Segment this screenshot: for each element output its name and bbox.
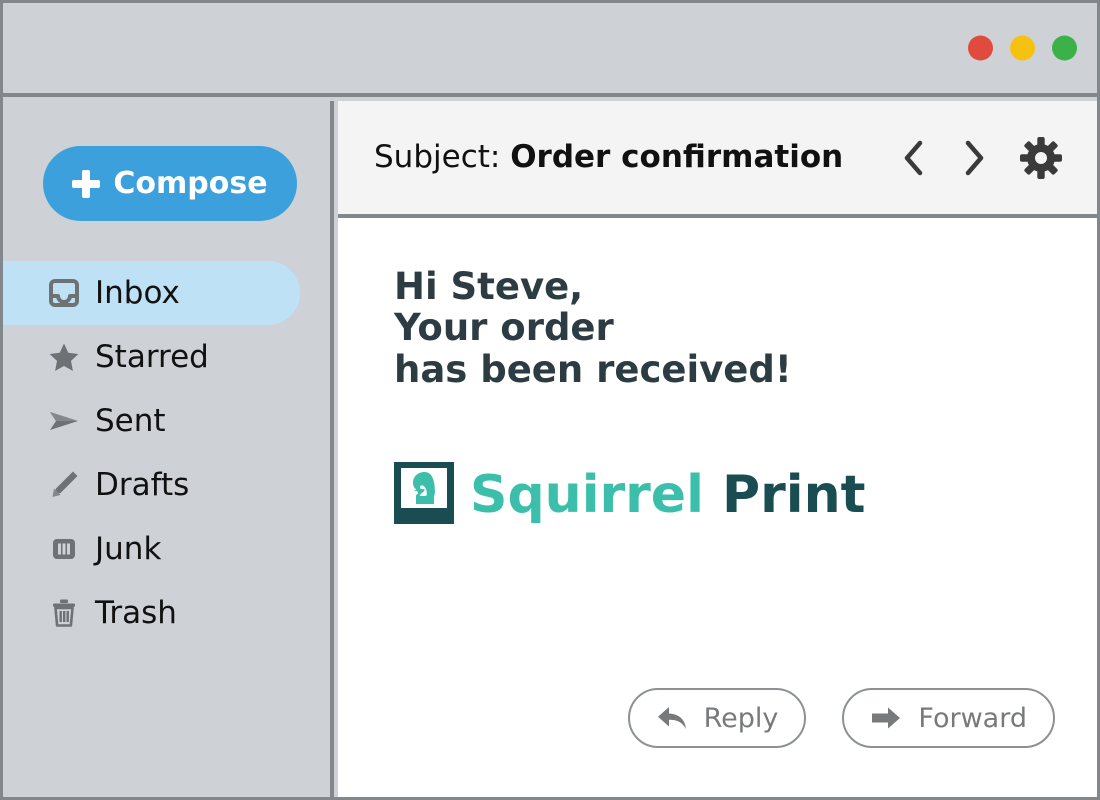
inbox-icon [47, 276, 81, 310]
forward-button[interactable]: Forward [842, 688, 1055, 748]
message-line: Hi Steve, [394, 265, 584, 308]
settings-button[interactable] [1015, 132, 1067, 184]
forward-arrow-icon [870, 705, 902, 731]
compose-button[interactable]: Compose [43, 146, 297, 221]
sidebar-item-label: Trash [95, 594, 177, 631]
next-message-button[interactable] [955, 135, 993, 181]
subject-value: Order confirmation [510, 139, 844, 175]
gear-icon [1019, 136, 1063, 180]
folder-list: Inbox Starred Sent Drafts Junk Trash [3, 261, 334, 645]
subject-line: Subject: Order confirmation [374, 142, 843, 173]
forward-button-label: Forward [918, 702, 1027, 734]
maximize-button[interactable] [1052, 35, 1077, 61]
sidebar-item-junk[interactable]: Junk [3, 517, 334, 581]
sidebar-item-label: Inbox [95, 274, 180, 311]
subject-label: Subject: [374, 139, 501, 175]
message-nav-actions [895, 132, 1067, 184]
subject-bar: Subject: Order confirmation [338, 101, 1097, 218]
sidebar-item-label: Junk [95, 530, 162, 567]
sidebar-item-label: Sent [95, 402, 166, 439]
message-line: has been received! [394, 347, 792, 391]
chevron-left-icon [899, 139, 929, 177]
sidebar-item-inbox[interactable]: Inbox [3, 261, 300, 325]
trash-icon [47, 596, 81, 630]
pencil-icon [47, 468, 81, 502]
window-controls [968, 35, 1077, 61]
reply-arrow-icon [656, 705, 688, 731]
sidebar-item-starred[interactable]: Starred [3, 325, 334, 389]
chevron-right-icon [959, 139, 989, 177]
sidebar-item-trash[interactable]: Trash [3, 581, 334, 645]
sidebar: Compose Inbox Starred Sent Drafts Junk T… [3, 101, 334, 797]
message-greeting: Hi Steve, Your order has been received! [394, 265, 1097, 391]
sidebar-item-drafts[interactable]: Drafts [3, 453, 334, 517]
previous-message-button[interactable] [895, 135, 933, 181]
junk-icon [47, 532, 81, 566]
reading-pane: Subject: Order confirmation Hi Steve, Yo… [338, 101, 1097, 797]
send-icon [47, 404, 81, 438]
reply-button-label: Reply [703, 702, 779, 734]
logo-word-squirrel: Squirrel [470, 465, 704, 525]
star-icon [47, 340, 81, 374]
message-body: Hi Steve, Your order has been received! … [338, 218, 1097, 793]
close-button[interactable] [968, 35, 993, 61]
compose-button-label: Compose [113, 165, 268, 201]
sidebar-item-label: Starred [95, 338, 209, 375]
squirrel-print-logo: Squirrel Print [394, 462, 865, 528]
squirrel-logo-icon [394, 462, 454, 528]
reply-button[interactable]: Reply [627, 688, 807, 748]
message-action-bar: Reply Forward [627, 688, 1055, 748]
app-window: Compose Inbox Starred Sent Drafts Junk T… [0, 0, 1100, 800]
logo-word-print: Print [722, 465, 866, 525]
sidebar-item-label: Drafts [95, 466, 190, 503]
plus-icon [72, 169, 101, 198]
sidebar-item-sent[interactable]: Sent [3, 389, 334, 453]
title-bar [3, 3, 1097, 97]
logo-wordmark: Squirrel Print [470, 469, 865, 521]
message-line: Your order [394, 306, 614, 350]
minimize-button[interactable] [1010, 35, 1035, 61]
